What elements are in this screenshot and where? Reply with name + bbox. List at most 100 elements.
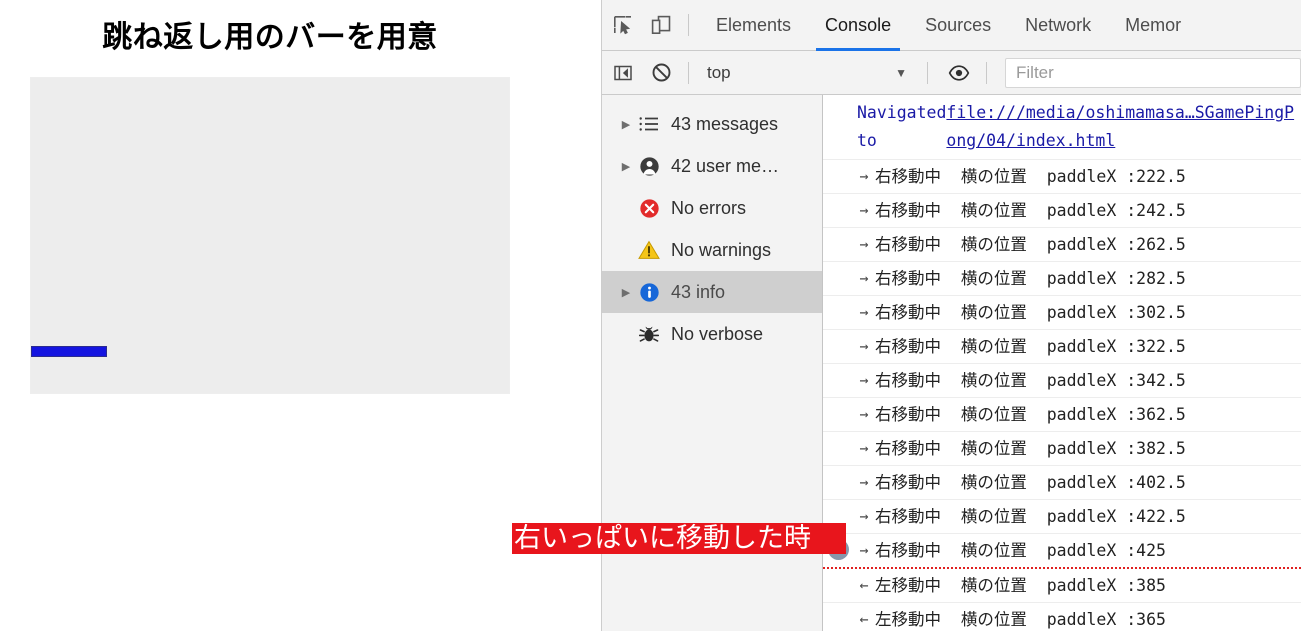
paddle-bar[interactable] [31, 346, 107, 357]
chevron-right-icon[interactable]: ▶ [618, 284, 634, 300]
console-log-row: → 右移動中 横の位置 paddleX :382.5 [823, 432, 1301, 466]
badge-slot [823, 470, 853, 471]
sidebar-item-verbose-label: No verbose [671, 323, 764, 344]
sidebar-item-warnings-label: No warnings [671, 239, 772, 260]
filterbar-divider-2 [927, 61, 928, 84]
tab-sources-label: Sources [925, 14, 992, 35]
badge-slot [823, 266, 853, 267]
sidebar-item-user-messages[interactable]: ▶ 42 user me… [602, 145, 822, 187]
direction-arrow-icon: → [859, 269, 869, 287]
console-log-row: → 右移動中 横の位置 paddleX :422.5 [823, 500, 1301, 534]
direction-arrow-icon: → [859, 167, 869, 185]
direction-arrow-icon: ← [859, 576, 869, 594]
game-canvas-area [30, 77, 510, 394]
badge-slot [823, 198, 853, 199]
console-filter-toolbar: top ▼ [602, 51, 1301, 95]
console-log-row: → 右移動中 横の位置 paddleX :402.5 [823, 466, 1301, 500]
console-log-row: → 右移動中 横の位置 paddleX :242.5 [823, 194, 1301, 228]
tab-sources[interactable]: Sources [908, 0, 1008, 51]
navigated-to-label: Navigated to [857, 103, 947, 150]
console-context-selector[interactable]: top ▼ [699, 59, 917, 87]
console-log-row: → 右移動中 横の位置 paddleX :262.5 [823, 228, 1301, 262]
web-page-pane: 跳ね返し用のバーを用意 [0, 0, 601, 631]
badge-slot [823, 402, 853, 403]
sidebar-item-messages-label: 43 messages [671, 113, 779, 134]
console-log-row: ← 左移動中 横の位置 paddleX :365 [823, 603, 1301, 631]
sidebar-item-warnings[interactable]: ▶ No warnings [602, 229, 822, 271]
badge-slot [823, 573, 853, 574]
devtools-tabbar: Elements Console Sources Network Memor [602, 0, 1301, 51]
filterbar-divider-3 [986, 61, 987, 84]
console-log-row: → 右移動中 横の位置 paddleX :282.5 [823, 262, 1301, 296]
direction-arrow-icon: → [859, 303, 869, 321]
console-log-row: → 右移動中 横の位置 paddleX :222.5 [823, 160, 1301, 194]
console-log-text: 右移動中 横の位置 paddleX :222.5 [875, 167, 1186, 186]
sidebar-item-info[interactable]: ▶ 43 info [602, 271, 822, 313]
list-icon [636, 113, 662, 135]
chevron-right-icon[interactable]: ▶ [618, 158, 634, 174]
badge-slot [823, 368, 853, 369]
direction-arrow-icon: → [859, 371, 869, 389]
console-log-text: 右移動中 横の位置 paddleX :282.5 [875, 269, 1186, 288]
tab-console[interactable]: Console [808, 0, 908, 51]
chevron-right-icon[interactable]: ▶ [618, 116, 634, 132]
warning-icon [636, 239, 662, 261]
console-log-text: 右移動中 横の位置 paddleX :342.5 [875, 371, 1186, 390]
verbose-icon [636, 323, 662, 345]
direction-arrow-icon: → [859, 473, 869, 491]
navigated-to-link[interactable]: file:///media/oshimamasa…SGamePingPong/0… [946, 99, 1301, 155]
direction-arrow-icon: → [859, 541, 869, 559]
console-log-text: 右移動中 横の位置 paddleX :362.5 [875, 405, 1186, 424]
screenshot-root: 跳ね返し用のバーを用意 Elements Console Sources Net… [0, 0, 1301, 631]
console-log-text: 右移動中 横の位置 paddleX :242.5 [875, 201, 1186, 220]
filter-input[interactable] [1005, 57, 1301, 88]
info-icon [636, 281, 662, 303]
sidebar-item-messages[interactable]: ▶ 43 messages [602, 103, 822, 145]
sidebar-item-errors[interactable]: ▶ No errors [602, 187, 822, 229]
tab-elements-label: Elements [716, 14, 792, 35]
tab-network-label: Network [1025, 14, 1092, 35]
console-log-row: → 右移動中 横の位置 paddleX :362.5 [823, 398, 1301, 432]
tab-elements[interactable]: Elements [699, 0, 808, 51]
console-navigation-row: Navigated to file:///media/oshimamasa…SG… [823, 95, 1301, 160]
badge-slot [823, 300, 853, 301]
console-log-text: 右移動中 横の位置 paddleX :382.5 [875, 439, 1186, 458]
console-log-row: → 右移動中 横の位置 paddleX :342.5 [823, 364, 1301, 398]
badge-slot [823, 607, 853, 608]
direction-arrow-icon: → [859, 405, 869, 423]
sidebar-item-verbose[interactable]: ▶ No verbose [602, 313, 822, 355]
device-toolbar-icon[interactable] [644, 8, 678, 42]
user-icon [636, 155, 662, 177]
direction-arrow-icon: ← [859, 610, 869, 628]
console-context-value: top [707, 62, 731, 82]
inspect-element-icon[interactable] [606, 8, 640, 42]
direction-arrow-icon: → [859, 201, 869, 219]
console-log-text: 右移動中 横の位置 paddleX :322.5 [875, 337, 1186, 356]
badge-slot [823, 164, 853, 165]
console-log-row: → 右移動中 横の位置 paddleX :302.5 [823, 296, 1301, 330]
console-log-row: → 右移動中 横の位置 paddleX :322.5 [823, 330, 1301, 364]
console-message-list[interactable]: Navigated to file:///media/oshimamasa…SG… [823, 95, 1301, 631]
console-log-text: 右移動中 横の位置 paddleX :422.5 [875, 507, 1186, 526]
sidebar-item-errors-label: No errors [671, 197, 747, 218]
sidebar-item-user-messages-label: 42 user me… [671, 155, 780, 176]
error-icon [636, 197, 662, 219]
tab-memory[interactable]: Memor [1108, 0, 1198, 51]
direction-arrow-icon: → [859, 439, 869, 457]
badge-slot [823, 504, 853, 505]
tab-network[interactable]: Network [1008, 0, 1108, 51]
console-log-text: 右移動中 横の位置 paddleX :425 [875, 541, 1166, 560]
filterbar-divider-1 [688, 61, 689, 84]
annotation-callout: 右いっぱいに移動した時 [512, 523, 846, 554]
clear-console-icon[interactable] [644, 56, 678, 90]
console-log-text: 右移動中 横の位置 paddleX :262.5 [875, 235, 1186, 254]
console-log-row: ← 左移動中 横の位置 paddleX :385 [823, 569, 1301, 603]
chevron-down-icon: ▼ [895, 65, 907, 80]
direction-arrow-icon: → [859, 507, 869, 525]
tab-memory-label: Memor [1125, 14, 1182, 35]
show-console-sidebar-icon[interactable] [606, 56, 640, 90]
sidebar-item-info-label: 43 info [671, 281, 726, 302]
badge-slot [823, 436, 853, 437]
live-expression-icon[interactable] [942, 56, 976, 90]
badge-slot [823, 232, 853, 233]
